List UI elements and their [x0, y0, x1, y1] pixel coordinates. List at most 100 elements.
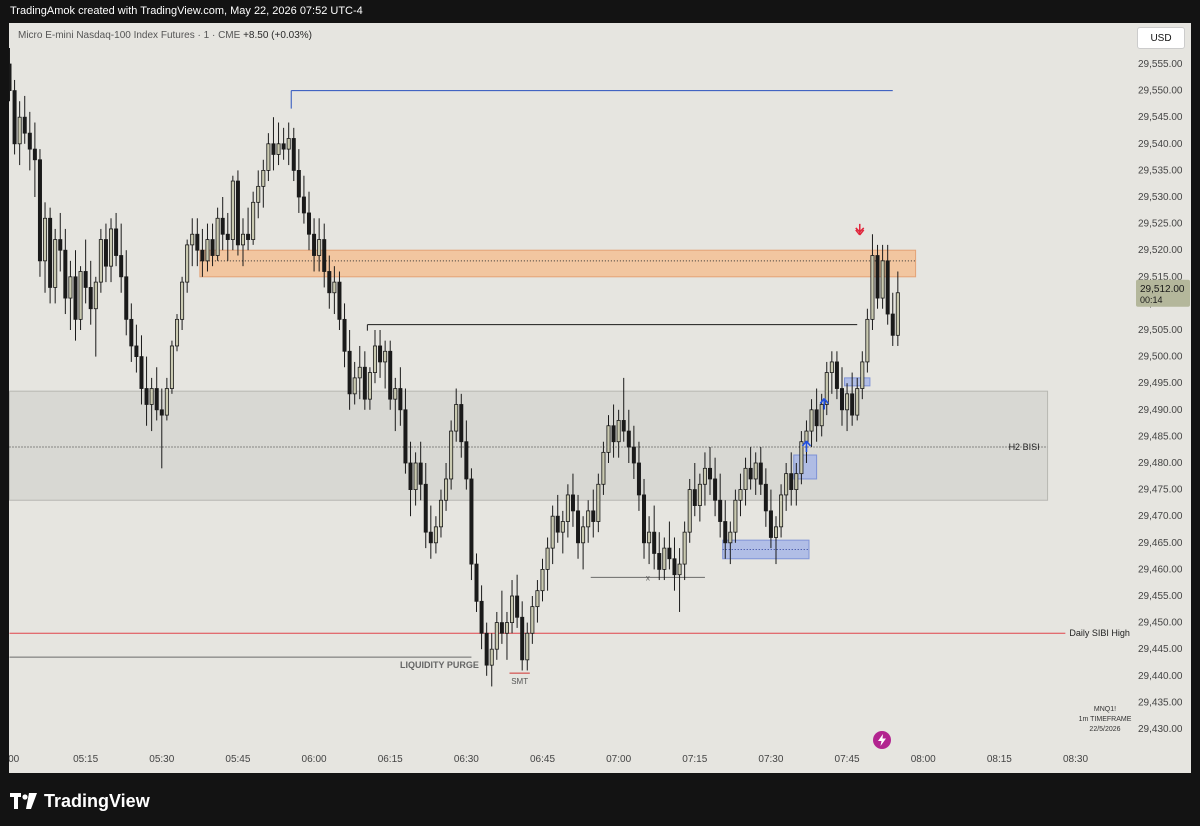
candle-body [93, 281, 98, 310]
candle-body [530, 606, 535, 634]
candle-body [185, 244, 190, 283]
candle-body [459, 404, 464, 443]
candle-body [276, 143, 281, 155]
candle-body [885, 260, 890, 315]
candle-body [357, 366, 362, 379]
attribution-bar: TradingAmok created with TradingView.com… [0, 0, 1200, 22]
candle-body [241, 233, 246, 246]
label-liquidity-purge: LIQUIDITY PURGE [400, 660, 479, 670]
candle-body [484, 632, 489, 666]
candle-body [591, 510, 596, 522]
candle-body [159, 409, 164, 416]
currency-button[interactable]: USD [1137, 27, 1185, 49]
candle-body [718, 499, 723, 522]
candle-body [352, 377, 357, 395]
y-tick-label: 29,480.00 [1138, 458, 1183, 469]
watermark-date: 22/5/2026 [1089, 726, 1121, 733]
candle-body [433, 526, 438, 544]
candle-body [560, 521, 565, 533]
candle-body [22, 116, 27, 134]
candle-body [129, 318, 134, 347]
chart-watermark: MNQ1! 1m TIMEFRAME 22/5/2026 [1075, 705, 1135, 735]
candle-body [581, 526, 586, 544]
candle-body [438, 499, 443, 528]
candle-body [779, 494, 784, 528]
candle-body [880, 260, 885, 299]
candle-body [342, 318, 347, 352]
candle-body [474, 563, 479, 602]
candle-body [525, 632, 530, 661]
x-tick-label: 05:30 [149, 754, 174, 765]
candle-body [515, 595, 520, 618]
y-tick-label: 29,545.00 [1138, 112, 1183, 123]
candlestick-chart[interactable]: Daily SIBI High LIQUIDITY PURGE x SMT H2 BIS… [9, 23, 1191, 773]
candle-body [266, 143, 271, 171]
candle-body [78, 271, 83, 320]
candle-body [845, 393, 850, 411]
candle-body [647, 531, 652, 544]
candle-body [53, 239, 58, 288]
footer-bar [0, 774, 1200, 826]
candle-body [875, 255, 880, 299]
candle-body [454, 404, 459, 432]
chart-area[interactable]: Daily SIBI High LIQUIDITY PURGE x SMT H2 BIS… [9, 23, 1191, 773]
candle-body [388, 350, 393, 400]
candle-body [383, 350, 388, 363]
candle-body [408, 462, 413, 491]
y-tick-label: 29,495.00 [1138, 378, 1183, 389]
symbol-header: Micro E-mini Nasdaq-100 Index Futures · … [18, 30, 312, 41]
candle-body [642, 494, 647, 544]
candle-body [200, 249, 205, 262]
candle-body [626, 430, 631, 448]
candle-body [829, 361, 834, 373]
candle-body [855, 388, 860, 416]
candle-body [723, 521, 728, 544]
candle-body [271, 143, 276, 155]
candle-body [540, 569, 545, 592]
candle-body [682, 531, 687, 565]
x-tick-label: 07:30 [758, 754, 783, 765]
candle-body [652, 531, 657, 554]
x-tick-label: 06:15 [378, 754, 403, 765]
lightning-icon[interactable] [873, 731, 891, 749]
candle-body [12, 90, 17, 145]
candle-body [48, 217, 53, 288]
zone-supply-zone [199, 249, 917, 278]
watermark-symbol: MNQ1! [1093, 706, 1117, 713]
candle-body [68, 276, 73, 299]
candle-body [205, 239, 210, 262]
candle-body [799, 441, 804, 475]
candle-body [697, 483, 702, 506]
candle-body [9, 63, 12, 92]
candle-body [235, 180, 240, 246]
y-tick-label: 29,470.00 [1138, 511, 1183, 522]
x-tick-label: 05:45 [225, 754, 250, 765]
tradingview-wordmark: TradingView [44, 790, 150, 811]
candle-body [784, 473, 789, 496]
candle-body [210, 239, 215, 256]
candle-body [565, 494, 570, 522]
y-tick-label: 29,500.00 [1138, 352, 1183, 363]
x-tick-label: 05:15 [73, 754, 98, 765]
candle-body [555, 515, 560, 533]
candle-body [98, 239, 103, 283]
candle-body [312, 233, 317, 256]
candle-body [662, 547, 667, 570]
candle-body [738, 489, 743, 501]
candle-body [702, 467, 707, 485]
y-tick-label: 29,490.00 [1138, 405, 1183, 416]
candle-body [636, 462, 641, 496]
candle-body [819, 404, 824, 427]
candle-body [753, 462, 758, 480]
tradingview-logo[interactable]: TradingView [10, 791, 150, 811]
candle-body [124, 276, 129, 320]
candle-body [119, 255, 124, 278]
candle-body [692, 489, 697, 506]
candle-body [337, 281, 342, 320]
candle-body [180, 281, 185, 320]
candle-body [890, 313, 895, 336]
y-tick-label: 29,440.00 [1138, 671, 1183, 682]
candle-body [114, 228, 119, 256]
x-tick-label: 08:15 [987, 754, 1012, 765]
candle-body [63, 249, 68, 299]
